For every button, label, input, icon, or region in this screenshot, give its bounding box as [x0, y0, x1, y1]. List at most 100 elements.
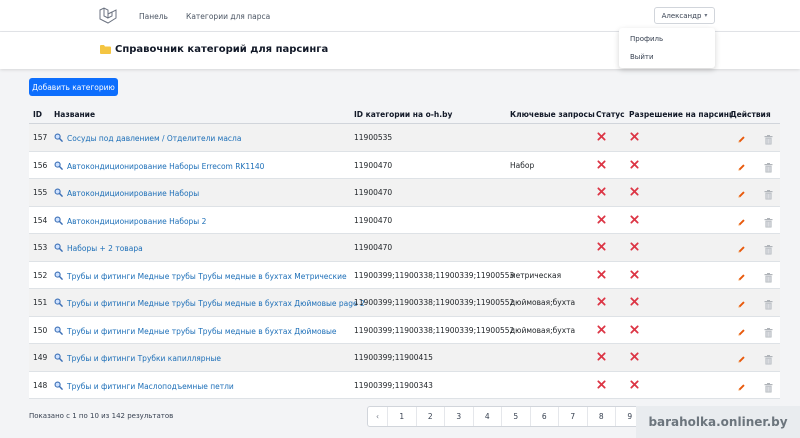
category-name-link[interactable]: Сосуды под давлением / Отделители масла [67, 134, 241, 143]
magnifier-icon [54, 326, 63, 337]
table-row: 149 Трубы и фитинги Трубки капиллярные 119… [29, 344, 780, 372]
pencil-icon[interactable] [737, 383, 746, 394]
trash-icon[interactable] [764, 300, 773, 312]
magnifier-icon [54, 216, 63, 227]
trash-icon[interactable] [764, 162, 773, 175]
cell-name[interactable]: Автокондиционирование Наборы Errecom RK1… [54, 161, 264, 172]
user-name: Александр [661, 11, 702, 20]
cell-id: 149 [33, 353, 48, 362]
status-x-icon [597, 324, 606, 336]
cell-name[interactable]: Трубы и фитинги Медные трубы Трубы медны… [54, 326, 337, 337]
column-header-id: ID [33, 110, 43, 119]
pencil-icon[interactable] [737, 245, 746, 256]
category-name-link[interactable]: Автокондиционирование Наборы 2 [67, 217, 206, 226]
column-header-keywords: Ключевые запросы [510, 110, 595, 119]
category-name-link[interactable]: Трубы и фитинги Медные трубы Трубы медны… [67, 299, 365, 308]
pencil-icon[interactable] [737, 218, 746, 229]
pencil-icon[interactable] [737, 135, 746, 146]
category-name-link[interactable]: Автокондиционирование Наборы [67, 189, 199, 198]
status-x-icon [597, 159, 606, 171]
cell-name[interactable]: Автокондиционирование Наборы 2 [54, 216, 206, 227]
folder-icon [100, 45, 111, 54]
column-header-status: Статус [596, 110, 625, 119]
cell-id: 155 [33, 188, 48, 197]
cell-oh-category-id: 11900399;11900338;11900339;11900552 [354, 325, 515, 335]
status-x-icon [597, 214, 606, 226]
cell-name[interactable]: Наборы + 2 товара [54, 243, 143, 254]
category-name-link[interactable]: Трубы и фитинги Медные трубы Трубы медны… [67, 327, 337, 336]
laravel-logo-icon[interactable] [98, 6, 118, 26]
magnifier-icon [54, 381, 63, 392]
permission-x-icon [630, 269, 639, 281]
trash-icon[interactable] [764, 355, 773, 367]
cell-name[interactable]: Трубы и фитинги Медные трубы Трубы медны… [54, 298, 365, 309]
categories-table: ID Название ID категории на o-h.by Ключе… [29, 104, 780, 399]
trash-icon[interactable] [764, 327, 773, 340]
trash-icon[interactable] [764, 217, 773, 230]
cell-keywords: дюймовая;бухта [510, 298, 576, 307]
pencil-icon[interactable] [737, 328, 746, 339]
category-name-link[interactable]: Наборы + 2 товара [67, 244, 143, 253]
user-menu-button[interactable]: Александр ▾ [654, 7, 715, 24]
status-x-icon [597, 242, 606, 253]
pagination-page-7[interactable]: 7 [559, 407, 588, 426]
cell-id: 156 [33, 160, 48, 170]
pagination-page-1[interactable]: 1 [388, 407, 417, 426]
pencil-icon[interactable] [737, 300, 746, 311]
pencil-icon[interactable] [737, 355, 746, 366]
column-header-name: Название [54, 110, 96, 119]
pagination-page-6[interactable]: 6 [531, 407, 559, 426]
table-header: ID Название ID категории на o-h.by Ключе… [29, 104, 780, 124]
cell-name[interactable]: Трубы и фитинги Трубки капиллярные [54, 353, 221, 364]
cell-oh-category-id: 11900535 [354, 133, 393, 142]
permission-x-icon [630, 379, 639, 391]
page-title: Справочник категорий для парсинга [115, 44, 329, 55]
pencil-icon[interactable] [737, 273, 746, 284]
category-name-link[interactable]: Трубы и фитинги Медные трубы Трубы медны… [67, 272, 347, 281]
cell-oh-category-id: 11900399;11900338;11900339;11900553 [354, 270, 515, 280]
cell-name[interactable]: Автокондиционирование Наборы [54, 188, 199, 199]
pagination-prev-button[interactable]: ‹ [368, 407, 388, 426]
nav-link-categories[interactable]: Категории для парса [186, 12, 270, 21]
pagination-page-8[interactable]: 8 [588, 407, 616, 426]
cell-name[interactable]: Трубы и фитинги Медные трубы Трубы медны… [54, 271, 347, 282]
table-row: 154 Автокондиционирование Наборы 2 1190047… [29, 206, 780, 234]
permission-x-icon [630, 159, 639, 171]
cell-id: 157 [33, 133, 48, 142]
table-row: 153 Наборы + 2 товара 11900470 [29, 234, 780, 262]
table-row: 150 Трубы и фитинги Медные трубы Трубы ме… [29, 316, 780, 344]
permission-x-icon [630, 187, 639, 198]
trash-icon[interactable] [764, 190, 773, 202]
table-row: 148 Трубы и фитинги Маслоподъемные петли 1… [29, 371, 780, 399]
category-name-link[interactable]: Трубы и фитинги Трубки капиллярные [67, 354, 221, 363]
pencil-icon[interactable] [737, 190, 746, 201]
table-row: 152 Трубы и фитинги Медные трубы Трубы ме… [29, 261, 780, 289]
results-summary: Показано с 1 по 10 из 142 результатов [29, 412, 174, 420]
cell-id: 151 [33, 298, 48, 307]
magnifier-icon [54, 243, 63, 254]
dropdown-item-profile[interactable]: Профиль [630, 35, 663, 43]
cell-id: 150 [33, 325, 48, 335]
pagination-page-5[interactable]: 5 [502, 407, 531, 426]
trash-icon[interactable] [764, 382, 773, 395]
nav-link-dashboard[interactable]: Панель [139, 12, 168, 21]
cell-id: 154 [33, 215, 48, 225]
category-name-link[interactable]: Трубы и фитинги Маслоподъемные петли [67, 382, 234, 391]
pagination-page-4[interactable]: 4 [474, 407, 502, 426]
pagination-page-3[interactable]: 3 [445, 407, 474, 426]
pagination: ‹ 123456789 [367, 406, 646, 427]
add-category-button[interactable]: Добавить категорию [29, 78, 118, 96]
cell-name[interactable]: Трубы и фитинги Маслоподъемные петли [54, 381, 234, 392]
category-name-link[interactable]: Автокондиционирование Наборы Errecom RK1… [67, 162, 264, 171]
trash-icon[interactable] [764, 272, 773, 285]
cell-id: 153 [33, 243, 48, 252]
pencil-icon[interactable] [737, 163, 746, 174]
cell-name[interactable]: Сосуды под давлением / Отделители масла [54, 133, 241, 144]
cell-oh-category-id: 11900470 [354, 243, 393, 252]
trash-icon[interactable] [764, 135, 773, 147]
status-x-icon [597, 297, 606, 308]
trash-icon[interactable] [764, 245, 773, 257]
dropdown-item-logout[interactable]: Выйти [630, 53, 654, 61]
pagination-page-2[interactable]: 2 [417, 407, 445, 426]
cell-oh-category-id: 11900470 [354, 160, 393, 170]
